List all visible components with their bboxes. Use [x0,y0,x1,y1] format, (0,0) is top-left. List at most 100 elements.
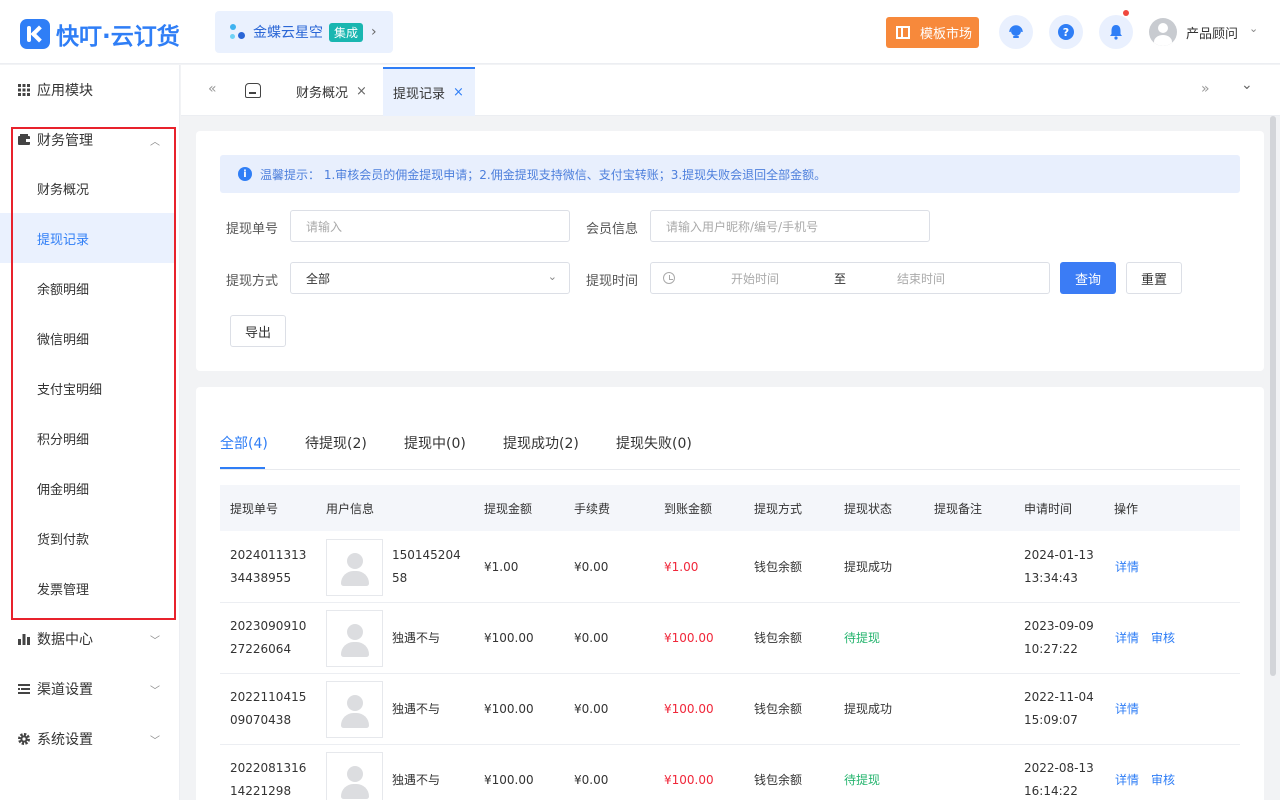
table-row: 202211041509070438 独遇不与 ¥100.00 ¥0.00 ¥1… [220,674,1240,745]
page-scrollbar[interactable] [1270,116,1276,676]
review-link[interactable]: 审核 [1151,627,1175,650]
member-label: 会员信息 [586,222,639,237]
chevron-right-icon: › [371,24,377,40]
status-tab-success[interactable]: 提现成功(2) [503,433,579,453]
member-input[interactable]: 请输入用户昵称/编号/手机号 [650,210,930,242]
received-cell: ¥100.00 [664,773,714,787]
tab-label: 财务概况 [296,86,349,101]
sidebar-item-label: 提现记录 [37,232,90,248]
status-tab-processing[interactable]: 提现中(0) [404,433,466,453]
date-range-picker[interactable]: 开始时间 至 结束时间 [650,262,1050,294]
sidebar-item-label: 支付宝明细 [37,382,103,398]
notification-button[interactable] [1099,10,1133,49]
table-row: 202208131614221298 独遇不与 ¥100.00 ¥0.00 ¥1… [220,745,1240,800]
kingdee-label: 金蝶云星空 [253,25,323,41]
detail-link[interactable]: 详情 [1115,627,1139,650]
sidebar-group-label: 数据中心 [37,632,93,648]
chevron-down-icon[interactable]: ⌄ [1249,22,1258,35]
column-header: 到账金额 [664,502,713,516]
tab-withdrawal-records[interactable]: 提现记录 × [383,67,475,116]
app-logo[interactable]: 快叮·云订货 [20,17,180,51]
table-row: 202309091027226064 独遇不与 ¥100.00 ¥0.00 ¥1… [220,603,1240,674]
customer-service-button[interactable] [999,15,1033,49]
status-tab-pending[interactable]: 待提现(2) [305,433,367,453]
records-panel: 全部(4) 待提现(2) 提现中(0) 提现成功(2) 提现失败(0) 提现单号… [196,387,1264,800]
chevron-down-icon: ﹀ [150,685,160,697]
sidebar-group-finance[interactable]: 财务管理 ︿ [0,115,180,165]
sidebar-group-system-settings[interactable]: 系统设置 ﹀ [0,714,180,764]
fee-cell: ¥0.00 [574,702,609,716]
column-header: 提现状态 [844,502,893,516]
close-icon[interactable]: × [453,85,464,100]
help-button[interactable]: ? [1049,15,1083,49]
method-label: 提现方式 [226,274,279,289]
chevron-down-icon: ﹀ [150,735,160,747]
chevron-up-icon: ︿ [150,136,160,148]
column-header: 提现备注 [934,502,983,516]
sidebar-item-invoice-management[interactable]: 发票管理 [0,563,175,613]
user-avatar [326,539,383,596]
active-tab-indicator [220,467,265,469]
status-tab-failed[interactable]: 提现失败(0) [616,433,692,453]
user-name[interactable]: 产品顾问 [1186,23,1238,42]
method-cell: 钱包余额 [754,773,803,787]
export-button[interactable]: 导出 [230,315,286,347]
notification-dot [1123,10,1129,16]
column-header: 用户信息 [326,502,375,516]
date-cell: 2023-09-09 [1024,619,1094,633]
method-value: 全部 [306,271,331,286]
method-cell: 钱包余额 [754,631,803,645]
sidebar-item-wechat-detail[interactable]: 微信明细 [0,313,175,363]
list-icon [18,684,30,694]
status-tab-all[interactable]: 全部(4) [220,433,268,453]
detail-link[interactable]: 详情 [1115,698,1139,721]
tabs-more-icon[interactable]: ⌄ [1241,77,1253,93]
clock-icon [663,272,675,284]
avatar[interactable] [1149,18,1177,46]
template-market-button[interactable]: 模板市场 [886,17,979,48]
time-cell: 16:14:22 [1024,784,1078,798]
user-cell: 15014520458 [392,548,461,585]
column-header: 申请时间 [1024,502,1073,516]
tab-label: 提现记录 [393,87,446,102]
sidebar-group-channel-settings[interactable]: 渠道设置 ﹀ [0,664,180,714]
sidebar-item-label: 积分明细 [37,432,90,448]
method-select[interactable]: 全部 ⌄ [290,262,570,294]
amount-cell: ¥1.00 [484,560,519,574]
end-time-input[interactable]: 结束时间 [897,270,945,287]
sidebar-item-balance-detail[interactable]: 余额明细 [0,263,175,313]
close-icon[interactable]: × [356,84,367,99]
sidebar-group-data-center[interactable]: 数据中心 ﹀ [0,614,180,664]
status-tabs-divider [220,469,1240,470]
detail-link[interactable]: 详情 [1115,769,1139,792]
start-time-input[interactable]: 开始时间 [731,270,779,287]
date-cell: 2022-08-13 [1024,761,1094,775]
tabs-prev-icon[interactable]: « [208,81,217,97]
bar-chart-icon [18,634,30,645]
sidebar-item-points-detail[interactable]: 积分明细 [0,413,175,463]
reset-button[interactable]: 重置 [1126,262,1182,294]
tabs-next-icon[interactable]: » [1201,81,1210,97]
sidebar-group-app-modules[interactable]: 应用模块 [0,65,180,115]
status-cell: 待提现 [844,631,881,645]
sidebar-item-label: 财务概况 [37,182,90,198]
date-cell: 2022-11-04 [1024,690,1094,704]
tab-finance-overview[interactable]: 财务概况 × [286,67,380,116]
home-icon[interactable] [245,83,261,98]
sidebar-item-finance-overview[interactable]: 财务概况 [0,163,175,213]
sidebar-item-commission-detail[interactable]: 佣金明细 [0,463,175,513]
logo-icon [20,19,50,49]
query-button[interactable]: 查询 [1060,262,1116,294]
filter-panel: i 温馨提示： 1.审核会员的佣金提现申请；2.佣金提现支持微信、支付宝转账；3… [196,131,1264,371]
order-no-input[interactable]: 请输入 [290,210,570,242]
received-cell: ¥100.00 [664,631,714,645]
sidebar-item-withdrawal-records[interactable]: 提现记录 [0,213,175,263]
kingdee-integration-button[interactable]: 金蝶云星空 集成 › [215,11,393,53]
table-row: 202401131334438955 15014520458 ¥1.00 ¥0.… [220,532,1240,603]
order-no-label: 提现单号 [226,222,279,237]
sidebar-item-alipay-detail[interactable]: 支付宝明细 [0,363,175,413]
sidebar-item-cash-on-delivery[interactable]: 货到付款 [0,513,175,563]
gear-icon [18,733,30,745]
review-link[interactable]: 审核 [1151,769,1175,792]
detail-link[interactable]: 详情 [1115,556,1139,579]
